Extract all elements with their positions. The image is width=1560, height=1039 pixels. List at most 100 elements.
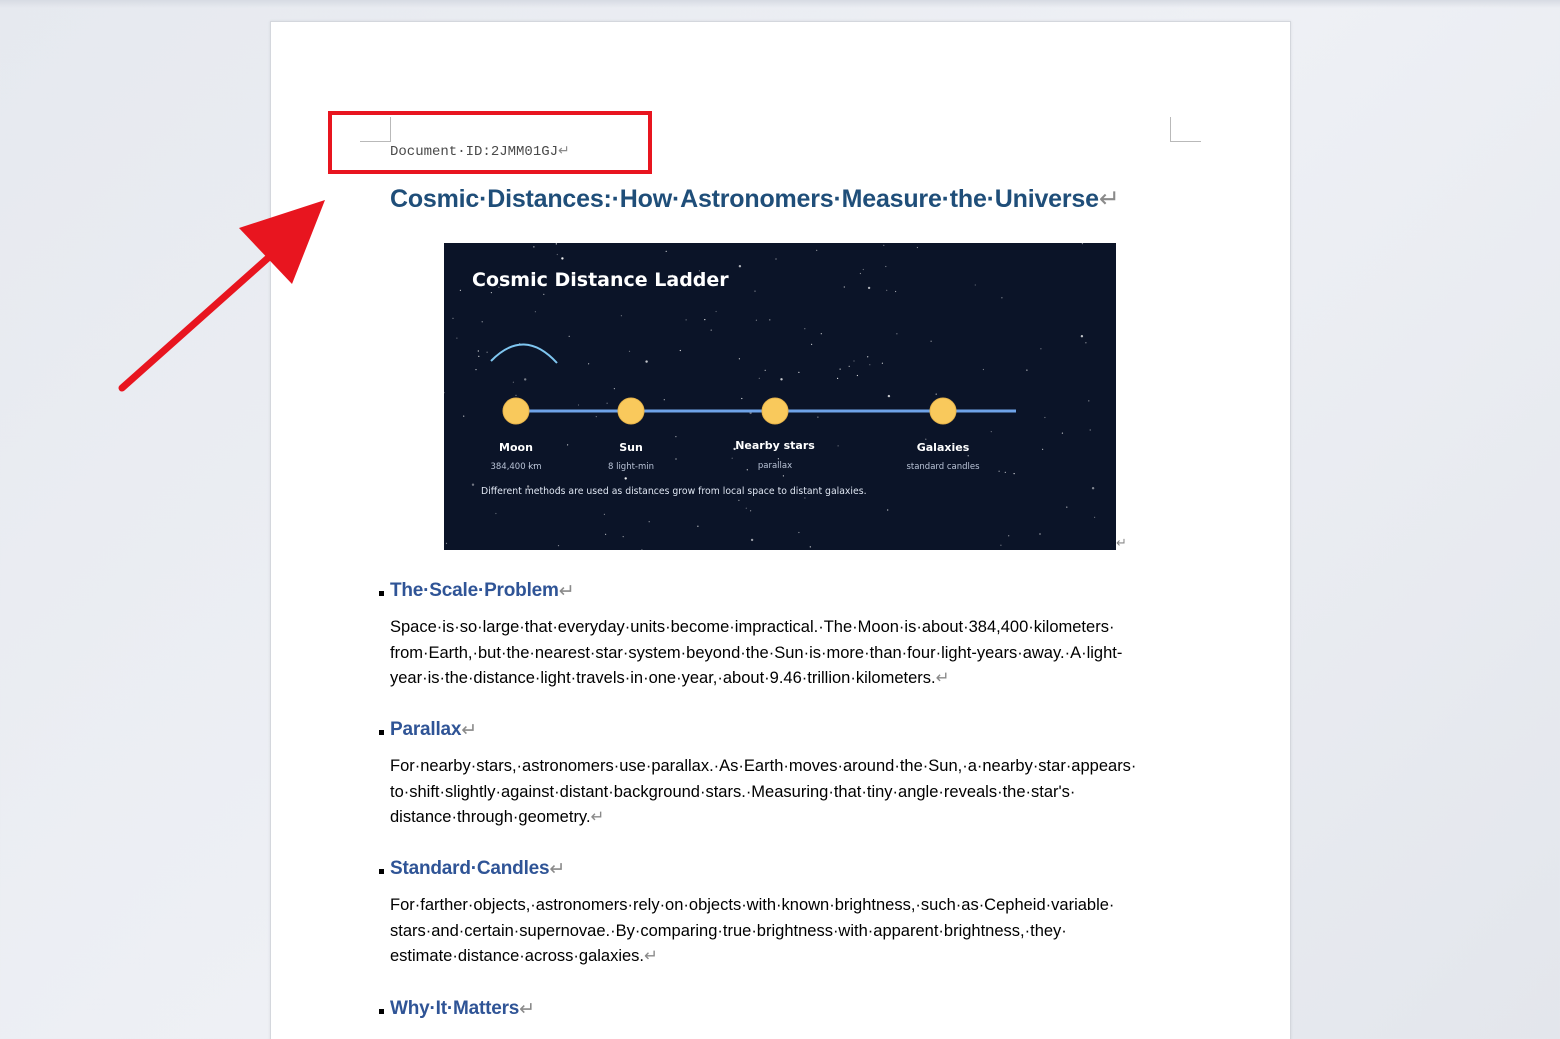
star: [568, 335, 570, 337]
section-heading[interactable]: Why·It·Matters ↵: [379, 997, 1179, 1021]
star: [444, 392, 445, 394]
document-title[interactable]: Cosmic·Distances:·How·Astronomers·Measur…: [390, 184, 1120, 214]
bullet-icon: [379, 590, 384, 596]
star: [613, 388, 615, 390]
star: [731, 457, 733, 459]
ladder-nodes: Moon 384,400 km Sun 8 light-min Nearby stars…: [490, 397, 980, 472]
orbit-arc: [490, 343, 558, 364]
figure-graphic: Cosmic Distance Ladder Moon 384,400 km Sun…: [444, 243, 1096, 550]
star: [811, 343, 813, 345]
bullet-icon: [379, 729, 384, 735]
body-line: Space·is·so·large·that·everyday·units·be…: [390, 618, 1115, 636]
section-body[interactable]: For·farther·objects,·astronomers·rely·on…: [390, 893, 1170, 970]
star: [605, 533, 607, 535]
star: [816, 249, 818, 251]
body-line: For·nearby·stars,·astronomers·use·parall…: [390, 757, 1137, 775]
ladder-stop-name: Nearby stars: [735, 439, 815, 452]
star: [620, 315, 622, 317]
body-line-last: estimate·distance·across·galaxies.↵: [390, 944, 1170, 970]
section-heading[interactable]: Parallax ↵: [379, 718, 1179, 742]
star: [567, 444, 569, 446]
star: [495, 512, 497, 515]
star: [804, 497, 806, 499]
star: [974, 284, 976, 286]
star: [990, 431, 992, 433]
star: [452, 317, 454, 319]
star: [1000, 544, 1002, 546]
star: [665, 250, 667, 252]
star: [679, 349, 681, 352]
ladder-stop-detail: parallax: [758, 461, 792, 471]
section-body[interactable]: For·nearby·stars,·astronomers·use·parall…: [390, 754, 1170, 831]
star: [837, 445, 839, 447]
star: [561, 257, 564, 260]
star: [887, 509, 889, 511]
star: [817, 416, 819, 418]
star: [925, 438, 927, 440]
star: [1091, 487, 1095, 490]
star: [782, 475, 784, 477]
star: [896, 333, 898, 335]
section-standard-candles: Standard·Candles ↵ For·farther·objects,·a…: [379, 857, 1179, 970]
star: [1013, 473, 1015, 475]
star: [820, 333, 822, 335]
figure-title: Cosmic Distance Ladder: [472, 269, 729, 291]
paragraph-mark: ↵: [935, 669, 950, 687]
star: [741, 397, 743, 400]
paragraph-mark: ↵: [1098, 185, 1120, 213]
body-line-text: year·is·the·distance·light·travels·in·on…: [390, 669, 936, 687]
star: [916, 246, 918, 249]
star: [998, 470, 1000, 472]
star: [867, 286, 871, 290]
star: [685, 319, 687, 321]
star: [445, 542, 448, 544]
star: [534, 311, 536, 313]
star: [869, 364, 871, 366]
section-heading[interactable]: Standard·Candles ↵: [379, 857, 1179, 881]
document-title-text: Cosmic·Distances:·How·Astronomers·Measur…: [390, 185, 1099, 213]
ladder-stop-detail: 384,400 km: [490, 462, 541, 472]
star: [556, 253, 558, 256]
star: [622, 536, 624, 538]
body-line: For·farther·objects,·astronomers·rely·on…: [390, 896, 1115, 914]
star: [967, 455, 969, 457]
ladder-node: [929, 397, 957, 425]
star: [848, 365, 850, 367]
distance-ladder-figure[interactable]: Cosmic Distance Ladder Moon 384,400 km Sun…: [444, 243, 1116, 550]
star: [856, 374, 858, 377]
section-heading[interactable]: The·Scale·Problem ↵: [379, 579, 1179, 603]
star: [738, 265, 742, 268]
star: [515, 394, 517, 396]
section-why-it-matters: Why·It·Matters ↵: [379, 997, 1179, 1021]
star: [804, 328, 806, 330]
ladder-stop-detail: 8 light-min: [608, 462, 654, 472]
ladder-node: [761, 397, 789, 425]
figure-caption: Different methods are used as distances …: [481, 486, 867, 497]
section-parallax: Parallax ↵ For·nearby·stars,·astronomers·…: [379, 718, 1179, 831]
star: [1004, 471, 1006, 473]
star: [1066, 506, 1068, 508]
star: [754, 290, 756, 292]
star: [883, 244, 885, 246]
star: [1040, 348, 1042, 350]
section-body[interactable]: Space·is·so·large·that·everyday·units·be…: [390, 615, 1170, 692]
star: [557, 545, 560, 547]
star: [577, 404, 580, 406]
star: [881, 362, 883, 364]
body-line-text: estimate·distance·across·galaxies.: [390, 947, 645, 965]
paragraph-mark: ↵: [558, 580, 575, 602]
star: [738, 499, 740, 501]
ladder-stop-name: Sun: [619, 441, 643, 454]
star: [930, 340, 932, 342]
star: [738, 358, 740, 360]
star: [459, 289, 461, 291]
body-line: stars·and·certain·supernovae.·By·compari…: [390, 921, 1067, 940]
star: [798, 531, 800, 534]
star: [895, 290, 897, 293]
star: [543, 293, 545, 295]
star: [471, 483, 475, 486]
star: [588, 363, 590, 365]
section-scale-problem: The·Scale·Problem ↵ Space·is·so·large·tha…: [379, 579, 1179, 692]
star: [843, 286, 845, 288]
star: [475, 369, 477, 371]
